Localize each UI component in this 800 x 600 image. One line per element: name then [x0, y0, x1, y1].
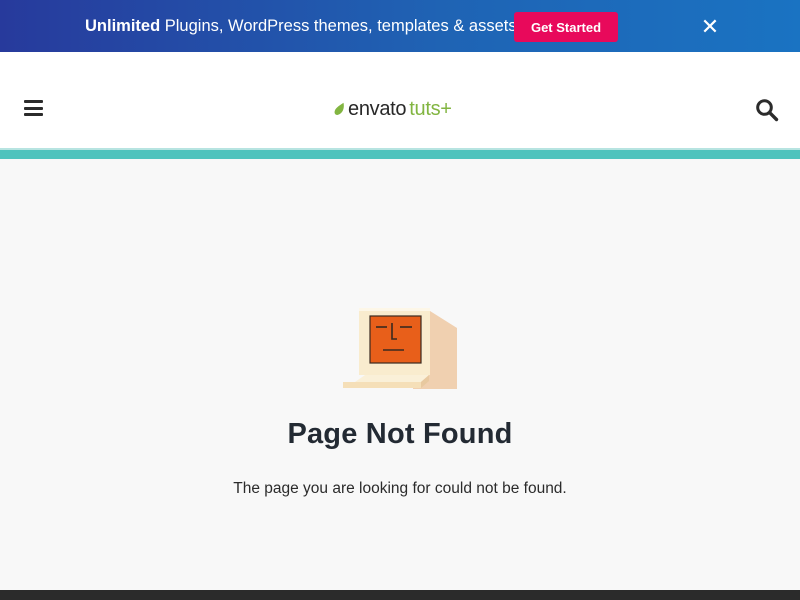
promo-banner: Unlimited Plugins, WordPress themes, tem… [0, 0, 800, 52]
accent-divider [0, 148, 800, 159]
not-found-message: The page you are looking for could not b… [233, 480, 567, 497]
site-header: envato tuts+ [0, 52, 800, 148]
hamburger-menu-icon[interactable] [24, 100, 43, 116]
promo-message: Plugins, WordPress themes, templates & a… [160, 17, 522, 35]
page-title: Page Not Found [287, 418, 513, 450]
promo-text: Unlimited Plugins, WordPress themes, tem… [85, 16, 521, 36]
envato-tuts-logo[interactable]: envato tuts+ [334, 97, 452, 121]
search-icon[interactable] [755, 98, 779, 122]
logo-envato-text: envato [348, 97, 407, 120]
sad-computer-icon [343, 308, 457, 389]
close-icon[interactable]: ✕ [698, 16, 722, 40]
footer-strip [0, 590, 800, 600]
leaf-icon [334, 102, 344, 115]
logo-tuts-text: tuts+ [409, 97, 452, 120]
promo-highlight: Unlimited [85, 17, 161, 35]
get-started-button[interactable]: Get Started [514, 12, 618, 42]
